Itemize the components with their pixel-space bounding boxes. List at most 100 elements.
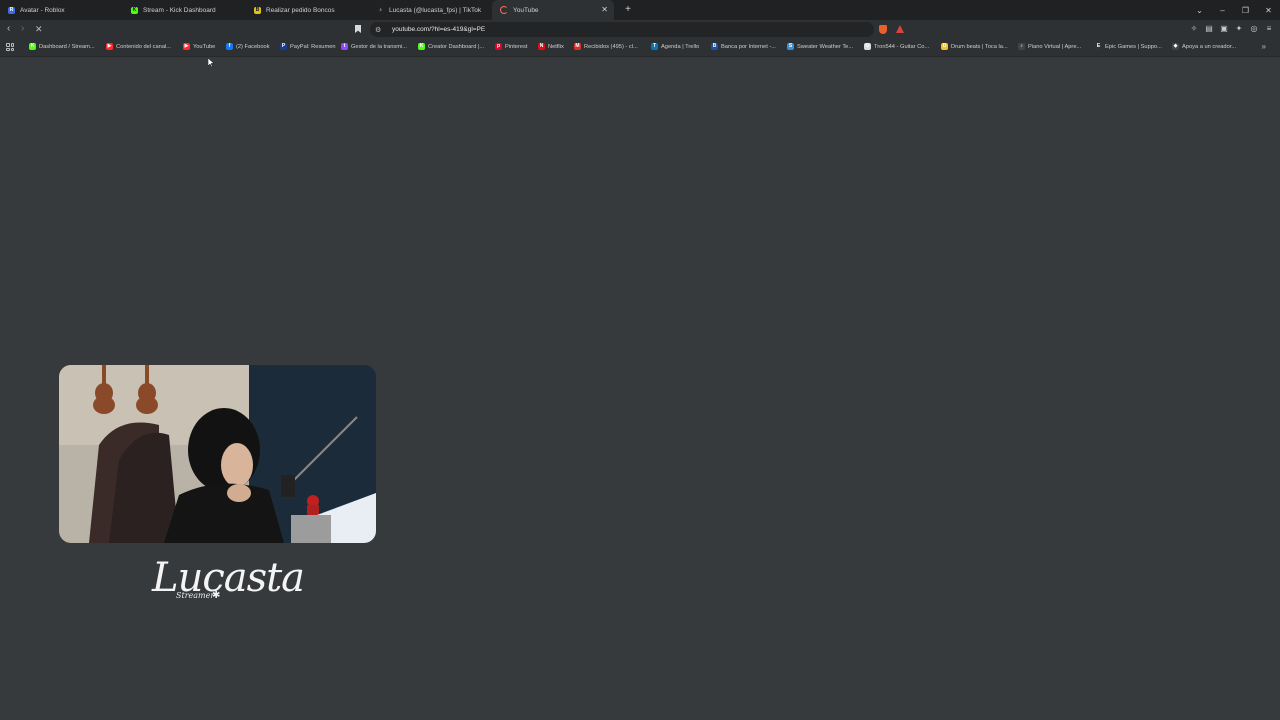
- tiktok-icon: ♪: [377, 6, 384, 14]
- bookmark-label: Tron544 - Guitar Co...: [874, 43, 930, 50]
- boncos-icon: B: [254, 6, 261, 14]
- bookmark-label: Dashboard / Stream...: [39, 43, 95, 50]
- close-tab-icon[interactable]: ✕: [601, 5, 608, 14]
- tab-title: Stream - Kick Dashboard: [143, 6, 216, 14]
- bookmark-favicon-icon: K: [418, 43, 425, 50]
- bookmark-item[interactable]: ▶ Contenido del canal...: [106, 43, 171, 50]
- tab-title: YouTube: [513, 6, 539, 14]
- wallet-icon[interactable]: ▣: [1219, 24, 1229, 34]
- bookmark-label: Contenido del canal...: [116, 43, 172, 50]
- webcam-feed-image: [59, 365, 376, 543]
- bookmark-item[interactable]: B Banca por Internet -...: [711, 43, 776, 50]
- bookmark-label: Pinterest: [505, 43, 528, 50]
- close-window-icon[interactable]: ✕: [1257, 6, 1280, 15]
- bookmark-favicon-icon: G: [864, 43, 871, 50]
- tab-title: Realizar pedido Boncos: [266, 6, 335, 14]
- url-text: youtube.com/?hl=es-419&gl=PE: [392, 26, 486, 33]
- bookmark-favicon-icon: ♪: [1018, 43, 1025, 50]
- bookmark-favicon-icon: K: [29, 43, 36, 50]
- bookmark-item[interactable]: ◆ Apoya a un creador...: [1172, 43, 1236, 50]
- bookmark-label: Recibidos (495) - cl...: [584, 43, 638, 50]
- bookmark-favicon-icon: B: [711, 43, 718, 50]
- new-tab-button[interactable]: +: [620, 4, 636, 15]
- bookmark-label: Agenda | Trello: [661, 43, 700, 50]
- bookmark-label: (2) Facebook: [236, 43, 270, 50]
- stop-loading-icon[interactable]: ✕: [35, 24, 43, 35]
- site-settings-icon[interactable]: ⚙: [375, 26, 387, 34]
- bookmark-favicon-icon: T: [651, 43, 658, 50]
- back-icon[interactable]: ‹: [7, 23, 10, 34]
- bookmark-item[interactable]: p Pinterest: [495, 43, 527, 50]
- bookmark-favicon-icon: t: [341, 43, 348, 50]
- more-bookmarks-icon[interactable]: »: [1262, 42, 1266, 51]
- bookmark-item[interactable]: G Tron544 - Guitar Co...: [864, 43, 929, 50]
- bookmark-favicon-icon: P: [280, 43, 287, 50]
- bookmark-favicon-icon: S: [787, 43, 794, 50]
- bookmark-label: YouTube: [193, 43, 216, 50]
- bookmark-favicon-icon: f: [226, 43, 233, 50]
- tab-boncos[interactable]: B Realizar pedido Boncos: [246, 0, 368, 20]
- tab-list-icon[interactable]: ⌄: [1188, 6, 1211, 15]
- bookmark-item[interactable]: ♪ Piano Virtual | Apre...: [1018, 43, 1081, 50]
- bookmark-label: Sweater Weather Te...: [797, 43, 854, 50]
- bookmark-label: Epic Games | Suppo...: [1105, 43, 1162, 50]
- bookmark-item[interactable]: M Recibidos (495) - cl...: [574, 43, 638, 50]
- extensions-icon[interactable]: ✧: [1189, 24, 1199, 34]
- bookmark-favicon-icon: ◆: [1172, 43, 1179, 50]
- leo-icon[interactable]: ✦: [1234, 24, 1244, 34]
- kick-icon: K: [131, 6, 138, 14]
- loading-spinner-icon: [500, 6, 508, 14]
- bookmark-item[interactable]: S Sweater Weather Te...: [787, 43, 853, 50]
- bookmark-label: Creator Dashboard |...: [428, 43, 485, 50]
- spider-icon: ✱: [212, 590, 221, 601]
- menu-icon[interactable]: ≡: [1264, 24, 1274, 34]
- logo-subtext: Streamer: [176, 591, 215, 600]
- bookmark-label: Gestor de la transmi...: [351, 43, 407, 50]
- bookmark-item[interactable]: f (2) Facebook: [226, 43, 270, 50]
- bookmark-favicon-icon: D: [941, 43, 948, 50]
- bookmark-item[interactable]: E Epic Games | Suppo...: [1095, 43, 1162, 50]
- tab-roblox[interactable]: R Avatar - Roblox: [0, 0, 122, 20]
- bookmarks-bar: K Dashboard / Stream... ▶ Contenido del can…: [0, 39, 1280, 57]
- tab-tiktok[interactable]: ♪ Lucasta (@lucasta_fps) | TikTok: [369, 0, 491, 20]
- bookmark-item[interactable]: P PayPal: Resumen: [280, 43, 336, 50]
- vpn-icon[interactable]: ◎: [1249, 24, 1259, 34]
- bookmark-favicon-icon: M: [574, 43, 581, 50]
- webcam-overlay: [59, 365, 376, 543]
- bookmark-item[interactable]: ▶ YouTube: [183, 43, 215, 50]
- minimize-icon[interactable]: –: [1211, 6, 1234, 15]
- toolbar-icons: ✧ ▤ ▣ ✦ ◎ ≡: [1189, 24, 1274, 34]
- bookmark-item[interactable]: N Netflix: [538, 43, 564, 50]
- tab-title: Lucasta (@lucasta_fps) | TikTok: [389, 6, 482, 14]
- bookmark-favicon-icon: E: [1095, 43, 1102, 50]
- bookmark-favicon-icon: N: [538, 43, 545, 50]
- restore-icon[interactable]: ❐: [1234, 6, 1257, 15]
- bookmark-favicon-icon: p: [495, 43, 502, 50]
- address-toolbar: ‹ › ✕ ⚙ youtube.com/?hl=es-419&gl=PE ✧ ▤…: [0, 20, 1280, 39]
- sidebar-icon[interactable]: ▤: [1204, 24, 1214, 34]
- brave-shield-icon[interactable]: [879, 25, 887, 34]
- address-bar[interactable]: ⚙ youtube.com/?hl=es-419&gl=PE: [370, 22, 874, 37]
- tab-youtube[interactable]: YouTube ✕: [492, 0, 614, 20]
- bookmark-item[interactable]: K Creator Dashboard |...: [418, 43, 484, 50]
- bookmark-label: Banca por Internet -...: [721, 43, 777, 50]
- bookmark-item[interactable]: D Drum beats | Toca la...: [941, 43, 1008, 50]
- bookmark-favicon-icon: ▶: [183, 43, 190, 50]
- logo-text: Lucasta: [152, 555, 305, 601]
- bookmark-label: Netflix: [548, 43, 564, 50]
- apps-grid-icon[interactable]: [6, 43, 14, 51]
- tab-kick-dashboard[interactable]: K Stream - Kick Dashboard: [123, 0, 245, 20]
- bookmark-item[interactable]: T Agenda | Trello: [651, 43, 699, 50]
- streamer-logo: Lucasta Streamer ✱: [152, 555, 305, 607]
- bookmark-label: Piano Virtual | Apre...: [1028, 43, 1082, 50]
- forward-icon[interactable]: ›: [21, 23, 24, 34]
- bookmark-label: PayPal: Resumen: [290, 43, 336, 50]
- bookmark-item[interactable]: K Dashboard / Stream...: [29, 43, 95, 50]
- bookmark-label: Apoya a un creador...: [1182, 43, 1237, 50]
- tab-title: Avatar - Roblox: [20, 6, 65, 14]
- bookmark-item[interactable]: t Gestor de la transmi...: [341, 43, 407, 50]
- mouse-cursor: [207, 54, 215, 68]
- brave-rewards-icon[interactable]: [896, 25, 904, 33]
- bookmark-icon[interactable]: [355, 25, 361, 33]
- tab-strip: R Avatar - Roblox K Stream - Kick Dashbo…: [0, 0, 1280, 20]
